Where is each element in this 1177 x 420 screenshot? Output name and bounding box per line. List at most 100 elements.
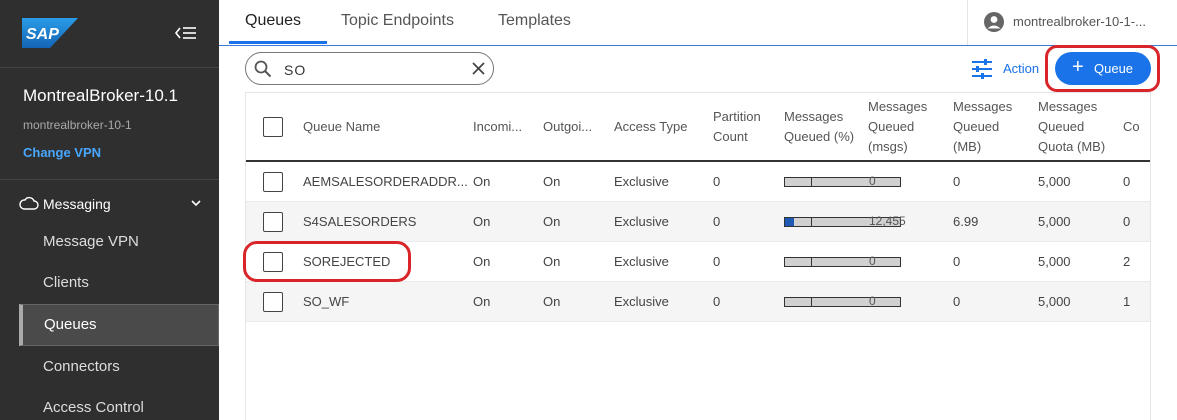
sidebar-item-label: Queues bbox=[44, 316, 97, 333]
col-quota-mb[interactable]: Messages Queued Quota (MB) bbox=[1038, 97, 1105, 157]
sliders-icon bbox=[972, 59, 992, 79]
col-quota-line2: Queued bbox=[1038, 119, 1085, 134]
col-queued-msgs[interactable]: Messages Queued (msgs) bbox=[868, 97, 927, 157]
sidebar-item-access-control[interactable]: Access Control bbox=[0, 388, 219, 420]
cell-queued-mb: 0 bbox=[953, 254, 961, 269]
cell-queue-name[interactable]: S4SALESORDERS bbox=[303, 214, 416, 229]
sap-logo-text: SAP bbox=[26, 26, 59, 43]
col-msgs-line1: Messages bbox=[868, 99, 928, 114]
sidebar-item-label: Message VPN bbox=[43, 233, 139, 250]
cell-access-type: Exclusive bbox=[614, 174, 669, 189]
col-mb-line3: (MB) bbox=[953, 139, 982, 154]
queued-percent-bar: 0 bbox=[784, 174, 901, 188]
cell-queued-msgs: 12,455 bbox=[869, 214, 906, 228]
action-button[interactable]: Action bbox=[970, 57, 1042, 81]
cell-incoming: On bbox=[473, 254, 491, 269]
col-mb-line1: Messages bbox=[953, 99, 1013, 114]
col-queue-name[interactable]: Queue Name bbox=[303, 117, 380, 137]
col-mb-line2: Queued bbox=[953, 119, 1000, 134]
sidebar-item-message-vpn[interactable]: Message VPN bbox=[0, 222, 219, 262]
col-truncated[interactable]: Co bbox=[1123, 117, 1140, 137]
row-checkbox[interactable] bbox=[263, 292, 283, 312]
cell-queued-msgs: 0 bbox=[869, 254, 876, 268]
col-quota-line3: Quota (MB) bbox=[1038, 139, 1106, 154]
queued-percent-tick bbox=[811, 298, 812, 306]
tab-topic-endpoints[interactable]: Topic Endpoints bbox=[341, 12, 454, 30]
tab-templates[interactable]: Templates bbox=[498, 12, 571, 30]
user-name: montrealbroker-10-1-... bbox=[1013, 14, 1146, 29]
row-checkbox[interactable] bbox=[263, 172, 283, 192]
table-header: Queue Name Incomi... Outgoi... Access Ty… bbox=[246, 93, 1150, 162]
cell-partition-count: 0 bbox=[713, 174, 721, 189]
select-all-checkbox[interactable] bbox=[263, 117, 283, 137]
user-menu[interactable]: montrealbroker-10-1-... bbox=[967, 0, 1177, 45]
col-outgoing[interactable]: Outgoi... bbox=[543, 117, 592, 137]
col-partition-line2: Count bbox=[713, 129, 748, 144]
broker-block: MontrealBroker-10.1 montrealbroker-10-1 … bbox=[0, 68, 219, 180]
logo-row: SAP bbox=[0, 0, 219, 68]
cell-outgoing: On bbox=[543, 254, 561, 269]
col-pct-line2: Queued (%) bbox=[784, 129, 855, 144]
sidebar-item-queues[interactable]: Queues bbox=[19, 304, 219, 346]
col-msgs-line3: (msgs) bbox=[868, 139, 908, 154]
queued-percent-bar: 12,455 bbox=[784, 214, 906, 228]
cell-quota-mb: 5,000 bbox=[1038, 214, 1071, 229]
table-row[interactable]: S4SALESORDERS On On Exclusive 0 6.99 5,000 0 12,… bbox=[246, 202, 1150, 242]
row-checkbox[interactable] bbox=[263, 212, 283, 232]
col-partition-count[interactable]: Partition Count bbox=[713, 107, 761, 147]
sidebar: SAP MontrealBroker-10.1 montrealbroker-1… bbox=[0, 0, 219, 420]
sidebar-item-clients[interactable]: Clients bbox=[0, 263, 219, 303]
cell-queue-name[interactable]: SO_WF bbox=[303, 294, 349, 309]
sidebar-item-label: Clients bbox=[43, 274, 89, 291]
change-vpn-link[interactable]: Change VPN bbox=[23, 145, 101, 160]
sidebar-item-connectors[interactable]: Connectors bbox=[0, 347, 219, 387]
broker-subname: montrealbroker-10-1 bbox=[23, 118, 132, 132]
active-tab-indicator bbox=[229, 41, 327, 44]
cell-queued-mb: 6.99 bbox=[953, 214, 979, 229]
cell-incoming: On bbox=[473, 214, 491, 229]
cell-partition-count: 0 bbox=[713, 294, 721, 309]
tab-queues[interactable]: Queues bbox=[245, 12, 301, 30]
col-incoming[interactable]: Incomi... bbox=[473, 117, 522, 137]
collapse-menu-icon[interactable] bbox=[172, 22, 198, 44]
highlight-ring-queue-button bbox=[1045, 45, 1160, 92]
queued-percent-bar: 0 bbox=[784, 254, 901, 268]
top-tab-bar: Queues Topic Endpoints Templates montrea… bbox=[219, 0, 1177, 46]
sidebar-item-label: Access Control bbox=[43, 399, 144, 416]
cell-access-type: Exclusive bbox=[614, 214, 669, 229]
cell-queued-msgs: 0 bbox=[869, 174, 876, 188]
search-value: SO bbox=[284, 62, 307, 78]
user-avatar-icon bbox=[984, 12, 1004, 32]
messaging-section-toggle[interactable]: Messaging bbox=[0, 190, 219, 218]
cell-quota-mb: 5,000 bbox=[1038, 254, 1071, 269]
col-partition-line1: Partition bbox=[713, 109, 761, 124]
cell-queue-name[interactable]: AEMSALESORDERADDR... bbox=[303, 174, 468, 189]
clear-search-icon[interactable] bbox=[471, 61, 486, 76]
table-row[interactable]: AEMSALESORDERADDR... On On Exclusive 0 0 5,000… bbox=[246, 162, 1150, 202]
cell-partition-count: 0 bbox=[713, 214, 721, 229]
queued-percent-tick bbox=[811, 258, 812, 266]
action-label: Action bbox=[1003, 61, 1040, 76]
sidebar-item-label: Connectors bbox=[43, 358, 120, 375]
table-row[interactable]: SO_WF On On Exclusive 0 0 5,000 1 0 bbox=[246, 282, 1150, 322]
cloud-icon bbox=[19, 196, 39, 210]
col-quota-line1: Messages bbox=[1038, 99, 1098, 114]
col-msgs-line2: Queued bbox=[868, 119, 915, 134]
cell-outgoing: On bbox=[543, 174, 561, 189]
cell-queued-msgs: 0 bbox=[869, 294, 876, 308]
col-queued-mb[interactable]: Messages Queued (MB) bbox=[953, 97, 1012, 157]
queued-percent-tick bbox=[811, 218, 812, 226]
col-queued-pct[interactable]: Messages Queued (%) bbox=[784, 107, 854, 147]
cell-partition-count: 0 bbox=[713, 254, 721, 269]
queued-percent-tick bbox=[811, 178, 812, 186]
col-access-type[interactable]: Access Type bbox=[614, 117, 687, 137]
search-input[interactable]: SO bbox=[245, 52, 494, 85]
cell-truncated: 2 bbox=[1123, 254, 1131, 269]
cell-truncated: 0 bbox=[1123, 214, 1131, 229]
cell-incoming: On bbox=[473, 294, 491, 309]
broker-name: MontrealBroker-10.1 bbox=[23, 86, 178, 105]
search-icon bbox=[254, 60, 272, 78]
cell-truncated: 1 bbox=[1123, 294, 1131, 309]
cell-incoming: On bbox=[473, 174, 491, 189]
highlight-ring-sorejected bbox=[243, 241, 411, 282]
